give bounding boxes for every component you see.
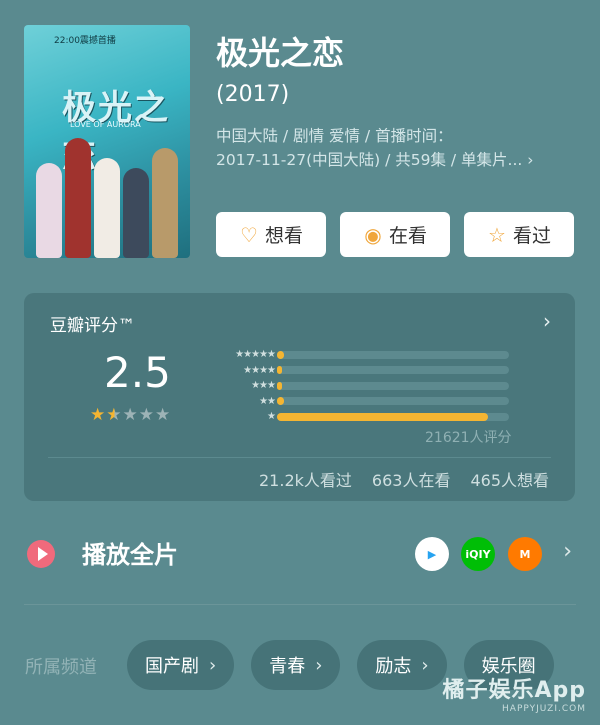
chevron-right-icon: › <box>315 654 323 676</box>
watched-button[interactable]: ☆ 看过 <box>464 212 574 257</box>
channel-label: 所属频道 <box>25 657 97 678</box>
play-label: 播放全片 <box>82 541 178 569</box>
chevron-right-icon: › <box>209 654 217 676</box>
distribution-bar <box>277 397 284 406</box>
watching-label: 在看 <box>388 225 427 247</box>
poster-top-text: 22:00震撼首播 <box>54 36 116 46</box>
star-outline-icon: ☆ <box>488 222 506 247</box>
rating-title: 豆瓣评分™ <box>50 316 135 336</box>
watched-label: 看过 <box>512 225 551 247</box>
rating-count: 21621人评分 <box>425 430 512 446</box>
chevron-right-icon: › <box>421 654 429 676</box>
distribution-row: ★★★ <box>209 378 509 394</box>
divider <box>48 457 551 458</box>
chevron-right-icon[interactable]: › <box>543 309 551 333</box>
movie-year: (2017) <box>216 82 290 107</box>
mango-tv-icon[interactable]: M <box>508 537 542 571</box>
watermark: 橘子娱乐App HAPPYJUZI.COM <box>442 672 586 714</box>
distribution-bar <box>277 381 282 390</box>
distribution-bar <box>277 366 282 375</box>
tencent-video-icon[interactable]: ▶ <box>415 537 449 571</box>
star-icon: ★ <box>106 405 123 425</box>
poster-image[interactable]: 22:00震撼首播 极光之恋 LOVE OF AURORA <box>24 25 190 258</box>
watching-count[interactable]: 663人在看 <box>372 467 451 491</box>
movie-title: 极光之恋 <box>216 34 345 72</box>
channel-tag-label: 国产剧 <box>145 656 199 677</box>
distribution-row: ★ <box>209 409 509 425</box>
iqiyi-icon[interactable]: iQIY <box>461 537 495 571</box>
divider <box>24 604 576 605</box>
distribution-stars: ★★★★★ <box>235 349 276 361</box>
douban-rating-card[interactable]: 豆瓣评分™ › 2.5 ★★★★★ ★★★★★ ★★★★ ★★★ ★★ ★ 21621人… <box>24 293 575 501</box>
target-icon: ◉ <box>364 222 382 247</box>
channel-tag[interactable]: 国产剧 › <box>127 640 235 690</box>
channel-tag[interactable]: 励志 › <box>357 640 447 690</box>
play-full-row[interactable]: 播放全片 ▶ iQIY M › <box>0 525 600 585</box>
want-label: 想看 <box>264 225 303 247</box>
channel-tag-label: 励志 <box>375 656 412 677</box>
action-buttons: ♡ 想看 ◉ 在看 ☆ 看过 <box>216 212 574 257</box>
star-icon: ★ <box>155 405 172 425</box>
star-icon: ★ <box>90 405 107 425</box>
play-icon <box>27 540 55 568</box>
distribution-row: ★★ <box>209 394 509 410</box>
distribution-stars: ★★ <box>259 395 276 407</box>
meta-line-2: 2017-11-27(中国大陆) / 共59集 / 单集片... <box>216 151 523 169</box>
distribution-row: ★★★★ <box>209 363 509 379</box>
poster-cast <box>34 128 180 258</box>
rating-stars: ★★★★★ <box>90 405 171 425</box>
distribution-bar <box>277 350 284 359</box>
rating-score: 2.5 <box>104 348 171 397</box>
chevron-right-icon[interactable]: › <box>563 539 572 564</box>
distribution-track <box>277 350 509 359</box>
distribution-track <box>277 397 509 406</box>
meta-line-1: 中国大陆 / 剧情 爱情 / 首播时间： <box>216 127 453 145</box>
rating-stats: 21.2k人看过 663人在看 465人想看 <box>259 467 549 491</box>
want-to-watch-button[interactable]: ♡ 想看 <box>216 212 326 257</box>
distribution-stars: ★ <box>267 411 276 423</box>
distribution-track <box>277 381 509 390</box>
distribution-track <box>277 366 509 375</box>
channel-tag[interactable]: 青春 › <box>251 640 341 690</box>
star-icon: ★ <box>122 405 139 425</box>
watching-button[interactable]: ◉ 在看 <box>340 212 450 257</box>
distribution-bar <box>277 412 489 421</box>
distribution-row: ★★★★★ <box>209 347 509 363</box>
chevron-right-icon: › <box>527 151 534 169</box>
star-icon: ★ <box>138 405 155 425</box>
heart-plus-icon: ♡ <box>240 222 258 247</box>
channel-tag-label: 青春 <box>269 656 306 677</box>
watermark-line-2: HAPPYJUZI.COM <box>502 704 586 714</box>
distribution-track <box>277 412 509 421</box>
watermark-line-1: 橘子娱乐App <box>442 678 586 703</box>
want-count[interactable]: 465人想看 <box>470 467 549 491</box>
distribution-stars: ★★★ <box>251 380 276 392</box>
watched-count[interactable]: 21.2k人看过 <box>259 467 352 491</box>
movie-meta[interactable]: 中国大陆 / 剧情 爱情 / 首播时间： 2017-11-27(中国大陆) / … <box>216 124 586 172</box>
rating-distribution: ★★★★★ ★★★★ ★★★ ★★ ★ <box>209 347 509 425</box>
distribution-stars: ★★★★ <box>243 364 276 376</box>
